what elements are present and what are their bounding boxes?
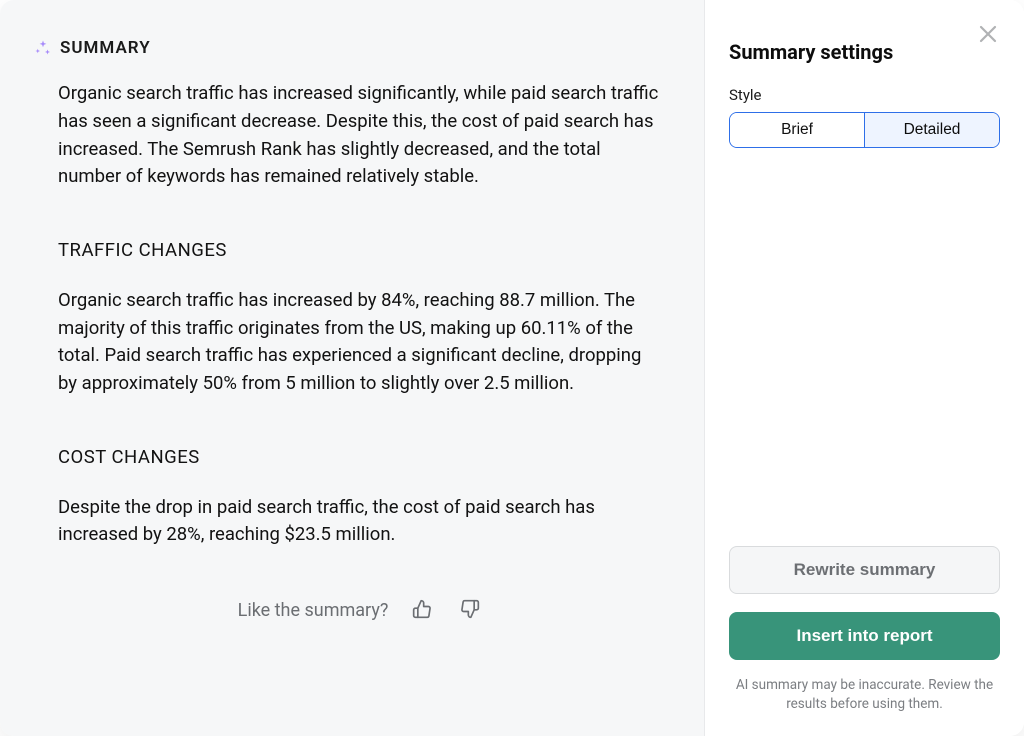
insert-into-report-button[interactable]: Insert into report: [729, 612, 1000, 660]
sparkle-icon: [34, 39, 52, 57]
style-option-detailed[interactable]: Detailed: [865, 113, 999, 147]
traffic-changes-heading: TRAFFIC CHANGES: [58, 237, 664, 265]
summary-pane[interactable]: SUMMARY Organic search traffic has incre…: [0, 0, 704, 736]
settings-title: Summary settings: [729, 40, 1000, 64]
style-option-brief[interactable]: Brief: [730, 113, 864, 147]
summary-title: SUMMARY: [60, 38, 151, 58]
thumbs-up-button[interactable]: [408, 595, 436, 626]
feedback-row: Like the summary?: [58, 595, 664, 626]
thumbs-up-icon: [412, 599, 432, 622]
feedback-prompt: Like the summary?: [238, 597, 389, 624]
traffic-changes-body: Organic search traffic has increased by …: [58, 287, 664, 398]
thumbs-down-button[interactable]: [456, 595, 484, 626]
thumbs-down-icon: [460, 599, 480, 622]
cost-changes-body: Despite the drop in paid search traffic,…: [58, 494, 664, 550]
summary-intro: Organic search traffic has increased sig…: [58, 80, 664, 191]
summary-header: SUMMARY: [34, 38, 664, 58]
style-segmented-control: Brief Detailed: [729, 112, 1000, 148]
cost-changes-heading: COST CHANGES: [58, 444, 664, 472]
close-icon: [976, 34, 1000, 49]
style-label: Style: [729, 86, 1000, 104]
app-window: SUMMARY Organic search traffic has incre…: [0, 0, 1024, 736]
spacer: [729, 148, 1000, 546]
ai-disclaimer: AI summary may be inaccurate. Review the…: [729, 676, 1000, 714]
settings-pane: Summary settings Style Brief Detailed Re…: [704, 0, 1024, 736]
close-button[interactable]: [974, 20, 1002, 51]
summary-body: Organic search traffic has increased sig…: [34, 80, 664, 626]
rewrite-summary-button[interactable]: Rewrite summary: [729, 546, 1000, 594]
